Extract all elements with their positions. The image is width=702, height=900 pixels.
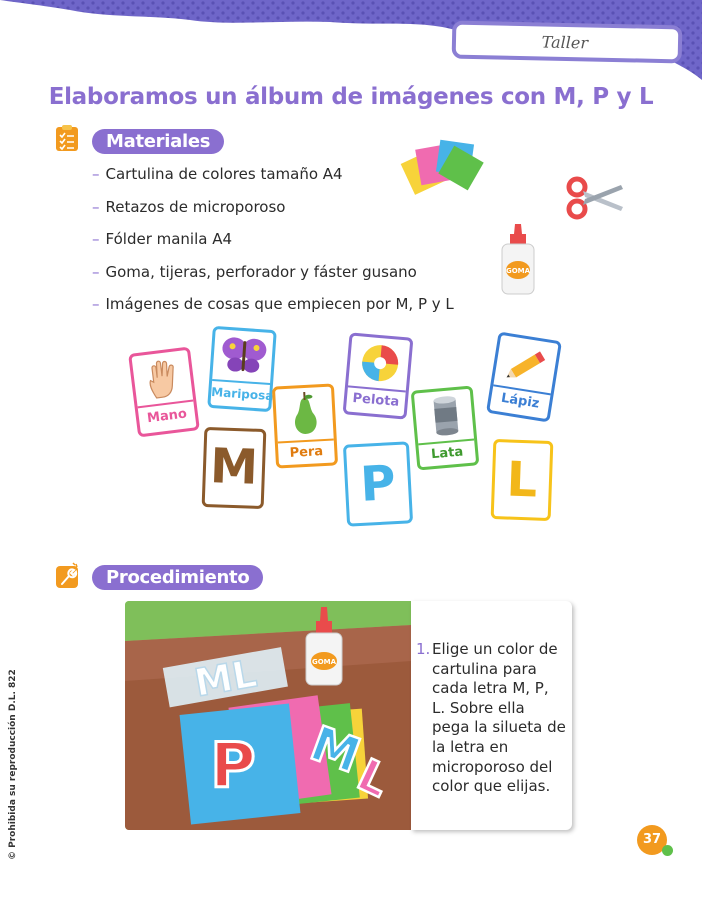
step-text: Elige un color de cartulina para cada le… bbox=[432, 640, 566, 796]
scissors-icon bbox=[566, 176, 623, 220]
svg-text:P: P bbox=[210, 729, 255, 802]
procedure-heading: Procedimiento bbox=[92, 565, 264, 590]
card-label: Pelota bbox=[351, 390, 400, 410]
decorative-dot bbox=[662, 845, 673, 856]
page-title: Elaboramos un álbum de imágenes con M, P… bbox=[48, 84, 654, 110]
letter-p: P bbox=[358, 455, 398, 513]
pear-icon bbox=[295, 391, 317, 434]
can-icon bbox=[433, 396, 459, 436]
checklist-icon bbox=[56, 125, 78, 151]
list-item: – Imágenes de cosas que empiecen por M, P… bbox=[92, 295, 454, 314]
svg-text:GOMA: GOMA bbox=[312, 658, 337, 666]
letter-card-l: L bbox=[490, 438, 554, 522]
section-tab-label: Taller bbox=[541, 32, 589, 53]
procedure-illustration: ML P M L GOMA bbox=[125, 601, 411, 830]
letter-l: L bbox=[505, 451, 539, 509]
card-mariposa: Mariposa bbox=[207, 325, 277, 413]
card-mano: Mano bbox=[128, 346, 200, 438]
colored-paper-illustration bbox=[400, 139, 484, 195]
card-label: Pera bbox=[289, 444, 324, 461]
letter-card-m: M bbox=[201, 426, 267, 510]
card-lapiz: Lápiz bbox=[485, 331, 563, 423]
hand-icon bbox=[149, 360, 174, 399]
wrench-icon bbox=[56, 562, 78, 588]
butterfly-icon bbox=[222, 337, 267, 373]
letter-card-p: P bbox=[342, 441, 414, 527]
list-item: – Goma, tijeras, perforador y fáster gusa… bbox=[92, 262, 417, 281]
svg-text:GOMA: GOMA bbox=[506, 267, 531, 275]
card-lata: Lata bbox=[410, 385, 480, 471]
card-label: Lata bbox=[430, 444, 464, 463]
card-label: Mariposa bbox=[210, 384, 274, 404]
list-item: – Fólder manila A4 bbox=[92, 230, 233, 249]
glue-bottle-icon: GOMA bbox=[501, 224, 535, 295]
card-pelota: Pelota bbox=[342, 332, 414, 420]
card-label: Mano bbox=[146, 406, 188, 427]
letter-m: M bbox=[209, 438, 259, 496]
copyright-note: © Prohibida su reproducción D.L. 822 bbox=[8, 669, 18, 860]
pencil-icon bbox=[506, 351, 546, 378]
ball-icon bbox=[362, 345, 399, 382]
materials-heading: Materiales bbox=[92, 129, 225, 154]
section-tab: Taller bbox=[451, 20, 683, 64]
card-pera: Pera bbox=[271, 383, 339, 469]
step-number: 1. bbox=[416, 640, 431, 658]
